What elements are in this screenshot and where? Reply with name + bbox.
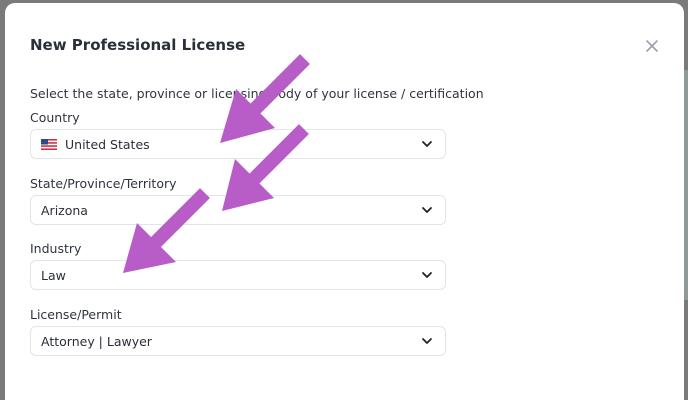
- country-select[interactable]: United States: [30, 129, 446, 159]
- country-label: Country: [30, 110, 80, 125]
- close-icon: [646, 40, 658, 52]
- dialog-title: New Professional License: [30, 36, 246, 54]
- license-select[interactable]: Attorney | Lawyer: [30, 326, 446, 356]
- license-label: License/Permit: [30, 307, 122, 322]
- state-value: Arizona: [41, 202, 88, 218]
- state-select[interactable]: Arizona: [30, 195, 446, 225]
- close-button[interactable]: [641, 35, 663, 57]
- chevron-down-icon: [422, 141, 432, 147]
- us-flag-icon: [41, 138, 57, 150]
- license-value: Attorney | Lawyer: [41, 333, 152, 349]
- industry-label: Industry: [30, 241, 82, 256]
- chevron-down-icon: [422, 272, 432, 278]
- chevron-down-icon: [422, 207, 432, 213]
- state-label: State/Province/Territory: [30, 176, 177, 191]
- industry-select[interactable]: Law: [30, 260, 446, 290]
- country-value: United States: [65, 136, 150, 152]
- industry-value: Law: [41, 267, 66, 283]
- dialog-instructions: Select the state, province or licensing …: [30, 86, 484, 101]
- chevron-down-icon: [422, 338, 432, 344]
- new-license-dialog: New Professional License Select the stat…: [5, 3, 684, 400]
